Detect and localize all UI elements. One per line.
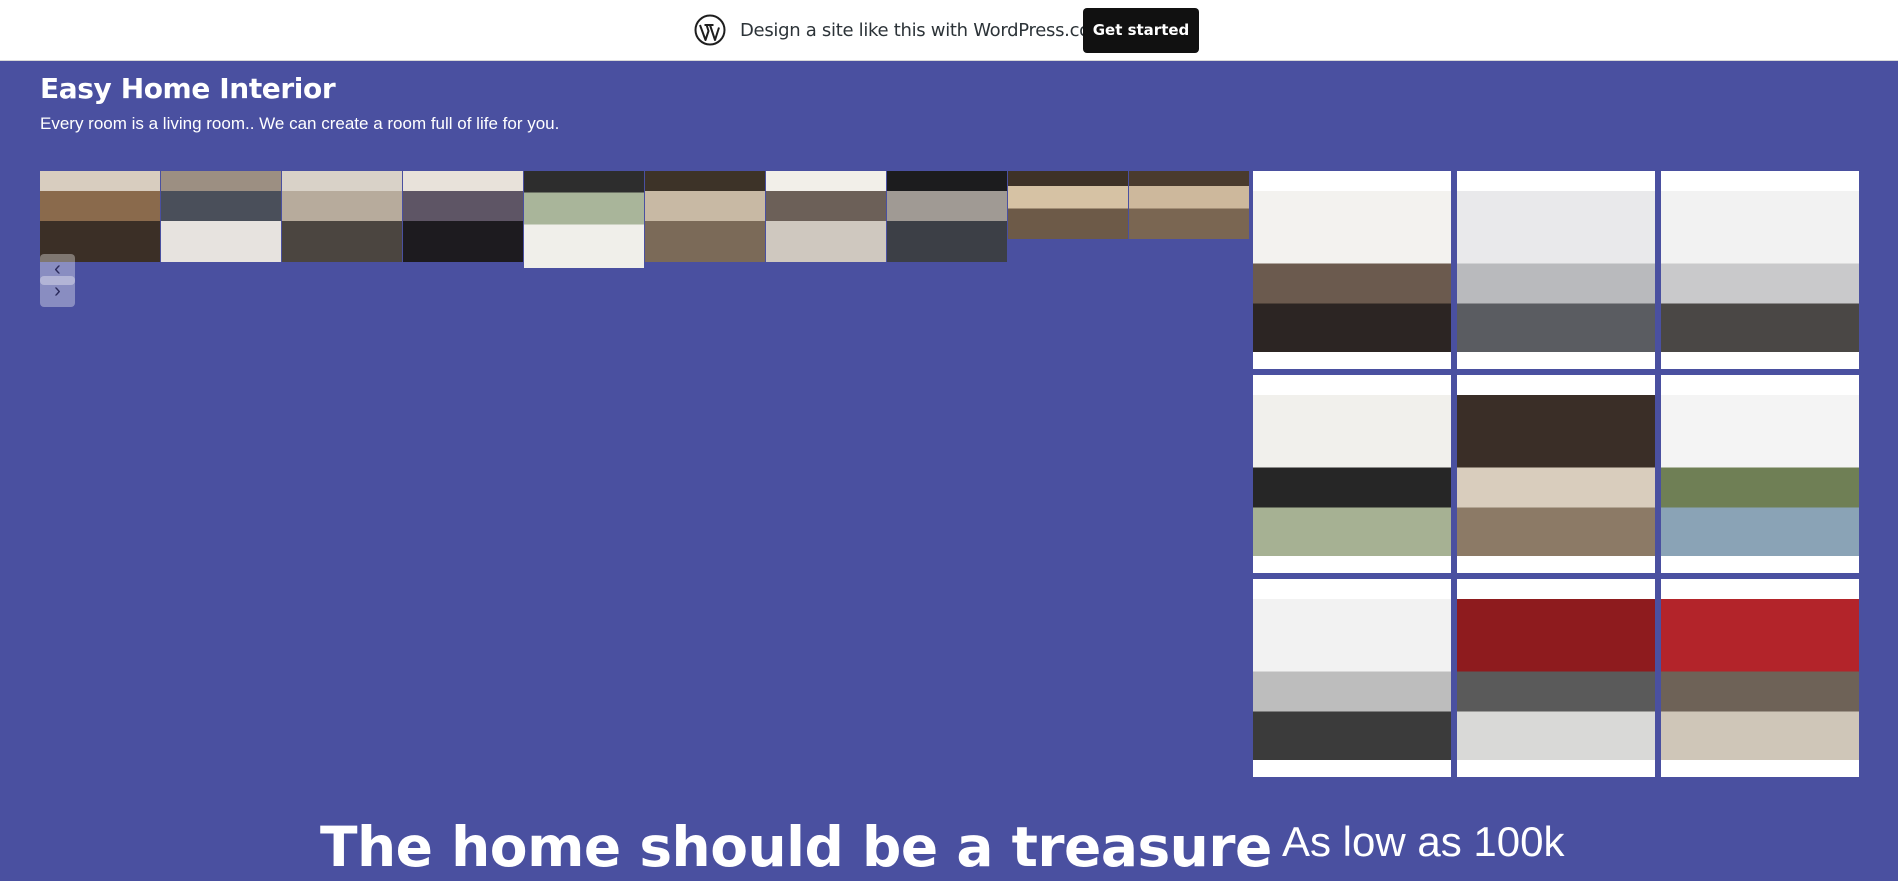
slideshow-thumbnail[interactable] [887, 171, 1007, 262]
slideshow-thumbnail[interactable] [403, 171, 523, 262]
gallery-image-content [1253, 395, 1451, 556]
gallery-image[interactable] [1253, 375, 1451, 573]
slideshow-thumbnail[interactable] [40, 171, 160, 262]
wordpress-banner: Design a site like this with WordPress.c… [0, 0, 1898, 61]
slideshow-thumbnail[interactable] [645, 171, 765, 262]
wordpress-banner-text[interactable]: Design a site like this with WordPress.c… [740, 20, 1107, 41]
gallery-image[interactable] [1253, 579, 1451, 777]
headline: The home should be a treasure [320, 815, 1272, 879]
gallery-image[interactable] [1661, 579, 1859, 777]
slideshow-thumbnail[interactable] [1008, 171, 1128, 239]
gallery-image-content [1661, 191, 1859, 352]
gallery-image[interactable] [1253, 171, 1451, 369]
slideshow-thumbnail[interactable] [524, 171, 644, 268]
slideshow-thumbnail[interactable] [1129, 171, 1249, 239]
site-tagline: Every room is a living room.. We can cre… [40, 114, 560, 133]
gallery-image-content [1253, 191, 1451, 352]
gallery-image-content [1457, 599, 1655, 760]
slideshow[interactable] [40, 171, 1252, 271]
gallery-image-content [1661, 599, 1859, 760]
gallery-image[interactable] [1457, 579, 1655, 777]
slideshow-thumbnail[interactable] [766, 171, 886, 262]
site-title[interactable]: Easy Home Interior [40, 72, 336, 105]
gallery-image[interactable] [1661, 375, 1859, 573]
wordpress-logo-icon[interactable] [694, 14, 726, 46]
slideshow-thumbnail[interactable] [282, 171, 402, 262]
chevron-right-icon: › [54, 280, 61, 302]
price-text: As low as 100k [1282, 818, 1565, 865]
get-started-button[interactable]: Get started [1083, 8, 1199, 53]
gallery-image[interactable] [1457, 171, 1655, 369]
gallery-image-content [1457, 395, 1655, 556]
slideshow-next-button[interactable]: › [40, 276, 75, 307]
gallery-image-content [1457, 191, 1655, 352]
gallery-image[interactable] [1661, 171, 1859, 369]
image-gallery [1253, 171, 1860, 778]
slideshow-thumbnail[interactable] [161, 171, 281, 262]
gallery-image[interactable] [1457, 375, 1655, 573]
gallery-image-content [1661, 395, 1859, 556]
gallery-image-content [1253, 599, 1451, 760]
